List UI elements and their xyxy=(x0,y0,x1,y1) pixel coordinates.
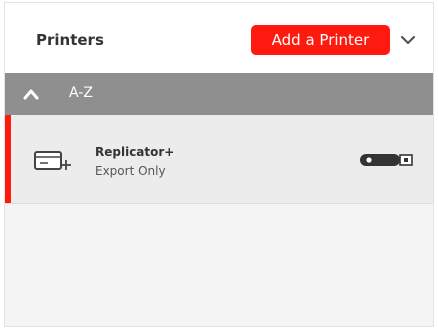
chevron-up-icon[interactable] xyxy=(22,86,40,102)
printer-add-icon xyxy=(34,151,71,170)
printers-panel: Printers Add a Printer A-Z Replicator+ E… xyxy=(4,2,434,327)
chevron-down-icon[interactable] xyxy=(398,30,418,50)
group-header-a-z[interactable]: A-Z xyxy=(5,73,433,115)
panel-header: Printers Add a Printer xyxy=(5,3,433,73)
selected-indicator xyxy=(5,115,11,203)
add-printer-button[interactable]: Add a Printer xyxy=(251,25,390,55)
panel-title: Printers xyxy=(36,31,104,49)
usb-icon xyxy=(360,154,413,166)
printer-name: Replicator+ xyxy=(95,145,175,159)
printer-list-item[interactable]: Replicator+ Export Only xyxy=(5,115,433,204)
group-label: A-Z xyxy=(69,85,93,101)
printer-status: Export Only xyxy=(95,164,166,178)
